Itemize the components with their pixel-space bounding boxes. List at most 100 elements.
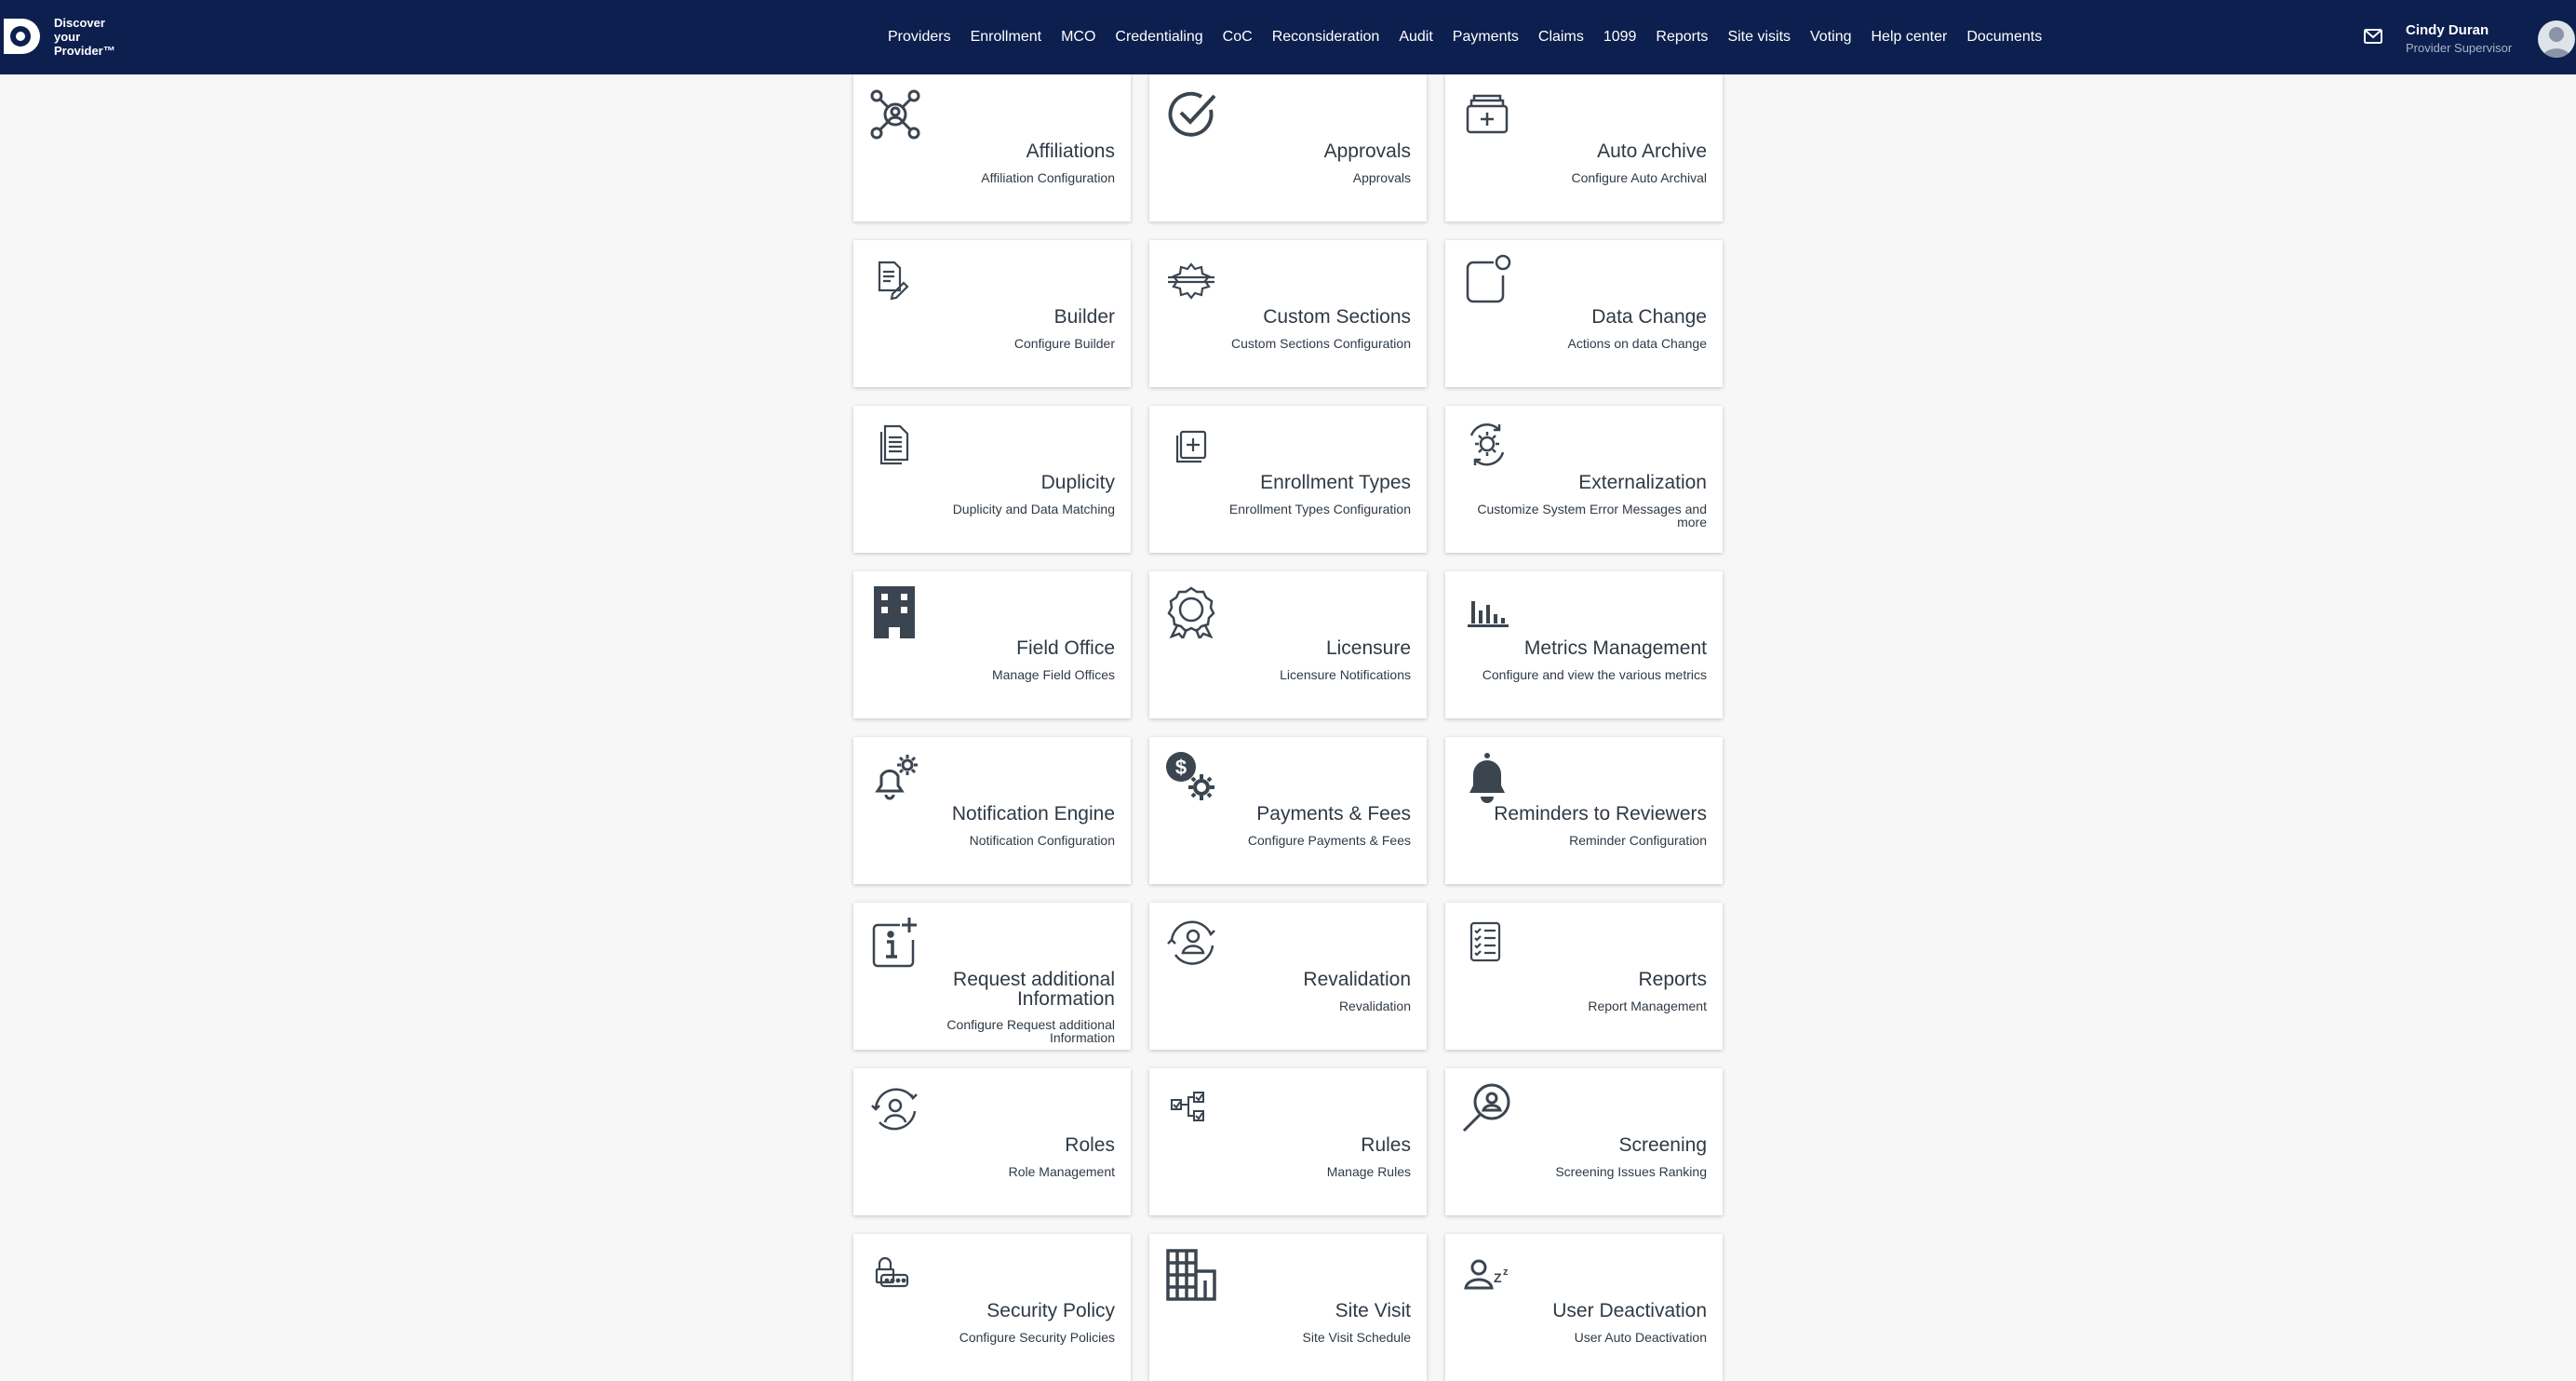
card-title: Enrollment Types	[1260, 472, 1411, 493]
nav-payments[interactable]: Payments	[1453, 29, 1519, 46]
nav-providers[interactable]: Providers	[888, 29, 951, 46]
card-subtitle: Report Management	[1588, 999, 1707, 1013]
info-plus-icon	[868, 916, 922, 970]
card-builder[interactable]: Builder Configure Builder	[853, 240, 1131, 387]
card-subtitle: Custom Sections Configuration	[1231, 336, 1411, 351]
card-enrollment-types[interactable]: Enrollment Types Enrollment Types Config…	[1149, 406, 1427, 553]
bar-chart-icon	[1460, 584, 1514, 638]
card-subtitle: Site Visit Schedule	[1302, 1330, 1411, 1345]
card-payments-fees[interactable]: $ Payments & Fees Configure Payments & F…	[1149, 737, 1427, 884]
card-rules[interactable]: Rules Manage Rules	[1149, 1068, 1427, 1215]
card-title: Rules	[1361, 1134, 1411, 1156]
card-title: Licensure	[1325, 637, 1411, 659]
card-subtitle: Configure Payments & Fees	[1247, 833, 1411, 848]
nav-reconsideration[interactable]: Reconsideration	[1272, 29, 1380, 46]
user-name: Cindy Duran	[2406, 22, 2489, 38]
card-title: Security Policy	[986, 1300, 1115, 1321]
card-title: Approvals	[1323, 141, 1411, 162]
card-title: Reminders to Reviewers	[1494, 803, 1707, 825]
card-title: Payments & Fees	[1256, 803, 1411, 825]
nav-help-center[interactable]: Help center	[1872, 29, 1948, 46]
card-subtitle: Notification Configuration	[969, 833, 1115, 848]
card-subtitle: Actions on data Change	[1567, 336, 1707, 351]
card-subtitle: Configure Request additional Information	[946, 1017, 1115, 1045]
svg-text:Z: Z	[1494, 1270, 1502, 1285]
nav-enrollment[interactable]: Enrollment	[971, 29, 1041, 46]
svg-text:$: $	[1175, 756, 1187, 779]
brand-name: Discover your Provider™	[54, 16, 115, 58]
mail-icon[interactable]	[2363, 27, 2383, 46]
card-custom-sections[interactable]: Custom Sections Custom Sections Configur…	[1149, 240, 1427, 387]
card-title: Field Office	[1016, 637, 1115, 659]
user-cycle-icon	[868, 1081, 922, 1135]
card-externalization[interactable]: Externalization Customize System Error M…	[1445, 406, 1723, 553]
card-subtitle: Enrollment Types Configuration	[1228, 502, 1411, 516]
card-field-office[interactable]: Field Office Manage Field Offices	[853, 571, 1131, 718]
user-sync-icon	[1164, 916, 1218, 970]
card-reports[interactable]: Reports Report Management	[1445, 903, 1723, 1050]
nav-credentialing[interactable]: Credentialing	[1115, 29, 1202, 46]
nav-voting[interactable]: Voting	[1810, 29, 1851, 46]
user-sleep-icon: Z z	[1460, 1247, 1514, 1301]
nav-coc[interactable]: CoC	[1223, 29, 1253, 46]
card-title: Duplicity	[1040, 472, 1115, 493]
bell-icon	[1460, 750, 1514, 804]
card-subtitle: Reminder Configuration	[1569, 833, 1707, 848]
card-reminders-to-reviewers[interactable]: Reminders to Reviewers Reminder Configur…	[1445, 737, 1723, 884]
card-subtitle: Approvals	[1352, 170, 1411, 185]
brand-logo-icon	[4, 19, 40, 54]
notification-square-icon	[1460, 253, 1514, 307]
card-metrics-management[interactable]: Metrics Management Configure and view th…	[1445, 571, 1723, 718]
card-security-policy[interactable]: Security Policy Configure Security Polic…	[853, 1234, 1131, 1381]
card-title: User Deactivation	[1552, 1300, 1707, 1321]
nav-claims[interactable]: Claims	[1538, 29, 1584, 46]
card-auto-archive[interactable]: Auto Archive Configure Auto Archival	[1445, 74, 1723, 221]
card-duplicity[interactable]: Duplicity Duplicity and Data Matching	[853, 406, 1131, 553]
card-roles[interactable]: Roles Role Management	[853, 1068, 1131, 1215]
card-affiliations[interactable]: Affiliations Affiliation Configuration	[853, 74, 1131, 221]
user-info[interactable]: Cindy Duran Provider Supervisor	[2406, 22, 2512, 55]
card-title: Metrics Management	[1523, 637, 1707, 659]
lock-password-icon	[868, 1247, 922, 1301]
top-navigation-bar: Discover your Provider™ Providers Enroll…	[0, 0, 2576, 74]
network-icon	[868, 87, 922, 141]
card-subtitle: Configure Auto Archival	[1571, 170, 1707, 185]
card-title: Custom Sections	[1263, 306, 1411, 328]
card-screening[interactable]: Screening Screening Issues Ranking	[1445, 1068, 1723, 1215]
card-revalidation[interactable]: Revalidation Revalidation	[1149, 903, 1427, 1050]
nav-site-visits[interactable]: Site visits	[1727, 29, 1791, 46]
svg-text:z: z	[1503, 1267, 1509, 1278]
nav-audit[interactable]: Audit	[1399, 29, 1432, 46]
check-circle-icon	[1164, 87, 1218, 141]
nav-documents[interactable]: Documents	[1966, 29, 2042, 46]
badge-icon	[1164, 584, 1218, 638]
card-title: Notification Engine	[951, 803, 1115, 825]
card-subtitle: Licensure Notifications	[1280, 667, 1411, 682]
card-approvals[interactable]: Approvals Approvals	[1149, 74, 1427, 221]
card-subtitle: Configure and view the various metrics	[1482, 667, 1707, 682]
card-data-change[interactable]: Data Change Actions on data Change	[1445, 240, 1723, 387]
card-licensure[interactable]: Licensure Licensure Notifications	[1149, 571, 1427, 718]
nav-reports[interactable]: Reports	[1656, 29, 1708, 46]
brand-logo[interactable]: Discover your Provider™	[2, 15, 115, 58]
card-subtitle: Manage Field Offices	[991, 667, 1115, 682]
card-notification-engine[interactable]: Notification Engine Notification Configu…	[853, 737, 1131, 884]
card-user-deactivation[interactable]: Z z User Deactivation User Auto Deactiva…	[1445, 1234, 1723, 1381]
card-subtitle: Role Management	[1008, 1164, 1115, 1179]
card-title: Site Visit	[1335, 1300, 1411, 1321]
avatar[interactable]	[2538, 20, 2575, 58]
rules-flow-icon	[1164, 1081, 1218, 1135]
duplicate-documents-icon	[868, 419, 922, 473]
nav-mco[interactable]: MCO	[1061, 29, 1095, 46]
nav-1099[interactable]: 1099	[1603, 29, 1637, 46]
archive-icon	[1460, 87, 1514, 141]
building-icon	[868, 584, 922, 638]
document-edit-icon	[868, 253, 922, 307]
brand-line-3: Provider™	[54, 43, 115, 58]
card-title: Reports	[1638, 969, 1707, 990]
card-title: Request additional Information	[953, 969, 1115, 1010]
card-subtitle: Duplicity and Data Matching	[952, 502, 1115, 516]
card-subtitle: Affiliation Configuration	[981, 170, 1115, 185]
card-site-visit[interactable]: Site Visit Site Visit Schedule	[1149, 1234, 1427, 1381]
card-request-additional-information[interactable]: Request additional Information Configure…	[853, 903, 1131, 1050]
